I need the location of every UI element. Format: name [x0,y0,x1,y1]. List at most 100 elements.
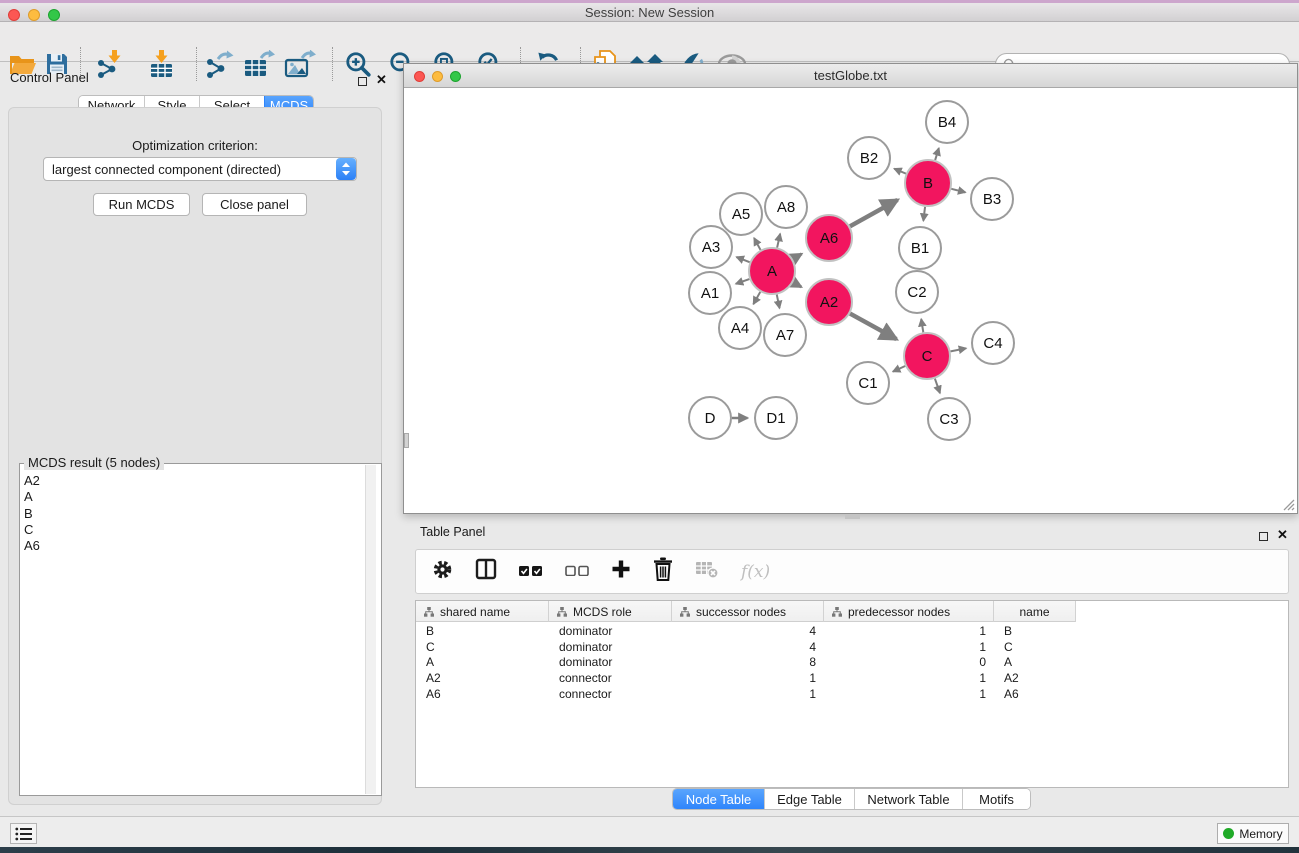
node-A7[interactable]: A7 [764,314,806,356]
edge-A-A2[interactable] [793,282,801,286]
window-titlebar[interactable]: Session: New Session [0,3,1299,22]
export-image-button[interactable] [284,49,316,79]
result-item[interactable]: A [24,489,40,505]
control-panel-close-button[interactable]: ✕ [376,71,387,89]
table-cell[interactable]: A [416,655,549,669]
edge-B-B2[interactable] [894,169,906,174]
node-A1[interactable]: A1 [689,272,731,314]
result-item[interactable]: B [24,506,40,522]
import-network-button[interactable] [96,49,124,79]
delete-table-button[interactable] [695,559,719,584]
table-cell[interactable]: C [416,640,549,654]
node-C4[interactable]: C4 [972,322,1014,364]
table-cell[interactable]: 8 [672,655,824,669]
node-B2[interactable]: B2 [848,137,890,179]
table-cell[interactable]: connector [549,687,672,701]
minimize-window-button[interactable] [28,9,40,21]
table-cell[interactable]: 1 [824,624,994,638]
node-B4[interactable]: B4 [926,101,968,143]
network-graph[interactable]: AA1A2A3A4A5A6A7A8BB1B2B3B4CC1C2C3C4DD1 [404,89,1297,513]
result-item[interactable]: C [24,522,40,538]
network-zoom-button[interactable] [450,71,461,82]
edge-C-C3[interactable] [935,379,940,393]
edge-A6-B[interactable] [850,200,898,226]
node-B[interactable]: B [905,160,951,206]
table-cell[interactable]: 1 [672,671,824,685]
column-header-name[interactable]: name [994,601,1076,622]
result-item[interactable]: A6 [24,538,40,554]
column-panel-button[interactable] [475,558,497,585]
table-cell[interactable]: 0 [824,655,994,669]
edge-C-C2[interactable] [921,319,923,332]
edge-C-C4[interactable] [951,348,967,351]
network-canvas[interactable]: AA1A2A3A4A5A6A7A8BB1B2B3B4CC1C2C3C4DD1 [404,89,1297,513]
table-row[interactable]: Adominator80A [416,654,1076,670]
node-C3[interactable]: C3 [928,398,970,440]
table-panel-float-button[interactable] [1259,528,1268,546]
column-header-predecessor-nodes[interactable]: predecessor nodes [824,601,994,622]
node-B3[interactable]: B3 [971,178,1013,220]
node-D1[interactable]: D1 [755,397,797,439]
tab-node-table[interactable]: Node Table [673,789,764,809]
table-settings-button[interactable] [432,559,453,585]
close-window-button[interactable] [8,9,20,21]
tab-network-table[interactable]: Network Table [854,789,962,809]
memory-button[interactable]: Memory [1217,823,1289,844]
table-cell[interactable]: A6 [416,687,549,701]
criterion-dropdown[interactable]: largest connected component (directed) [43,157,357,181]
export-network-button[interactable] [204,49,234,79]
network-close-button[interactable] [414,71,425,82]
network-minimize-button[interactable] [432,71,443,82]
edge-A-A7[interactable] [777,295,780,309]
export-table-button[interactable] [243,49,275,79]
edge-A-A4[interactable] [753,292,760,304]
node-D[interactable]: D [689,397,731,439]
table-row[interactable]: A2connector11A2 [416,670,1076,686]
resize-grip-icon[interactable] [1282,498,1295,511]
table-cell[interactable]: A2 [416,671,549,685]
show-panels-button[interactable] [10,823,37,844]
edge-A-A5[interactable] [754,238,760,250]
node-C2[interactable]: C2 [896,271,938,313]
network-view-window[interactable]: testGlobe.txt AA1A2A3A4A5A6A7A8BB1B2B3B4… [403,63,1298,514]
edge-A-A8[interactable] [777,234,780,248]
network-vertical-scroll-thumb[interactable] [404,433,409,448]
table-cell[interactable]: A [994,655,1076,669]
result-item[interactable]: A2 [24,473,40,489]
node-C1[interactable]: C1 [847,362,889,404]
create-column-button[interactable] [611,559,631,584]
control-panel-float-button[interactable] [358,73,367,91]
tab-motifs[interactable]: Motifs [962,789,1030,809]
node-A6[interactable]: A6 [806,215,852,261]
column-header-MCDS-role[interactable]: MCDS role [549,601,672,622]
node-A4[interactable]: A4 [719,307,761,349]
edge-B-B4[interactable] [935,148,939,160]
deselect-all-columns-button[interactable] [565,563,589,581]
column-header-successor-nodes[interactable]: successor nodes [672,601,824,622]
table-cell[interactable]: 1 [824,687,994,701]
select-all-columns-button[interactable] [519,563,543,581]
edge-B-B3[interactable] [951,189,965,193]
edge-A-A1[interactable] [736,279,750,284]
table-cell[interactable]: connector [549,671,672,685]
run-mcds-button[interactable]: Run MCDS [93,193,190,216]
result-scrollbar[interactable] [365,465,376,794]
import-table-button[interactable] [148,49,176,79]
edge-C-C1[interactable] [893,366,905,372]
table-row[interactable]: Cdominator41C [416,639,1076,655]
table-row[interactable]: Bdominator41B [416,623,1076,639]
network-window-titlebar[interactable]: testGlobe.txt [404,64,1297,88]
table-cell[interactable]: dominator [549,640,672,654]
edge-B-B1[interactable] [923,207,925,221]
network-horizontal-scroll-thumb[interactable] [845,515,860,519]
table-cell[interactable]: 1 [824,671,994,685]
table-cell[interactable]: dominator [549,624,672,638]
edge-A-A3[interactable] [736,257,749,262]
node-A2[interactable]: A2 [806,279,852,325]
node-A[interactable]: A [749,248,795,294]
edge-A-A6[interactable] [793,254,802,259]
table-cell[interactable]: 1 [824,640,994,654]
table-cell[interactable]: A6 [994,687,1076,701]
node-A8[interactable]: A8 [765,186,807,228]
table-cell[interactable]: 4 [672,640,824,654]
